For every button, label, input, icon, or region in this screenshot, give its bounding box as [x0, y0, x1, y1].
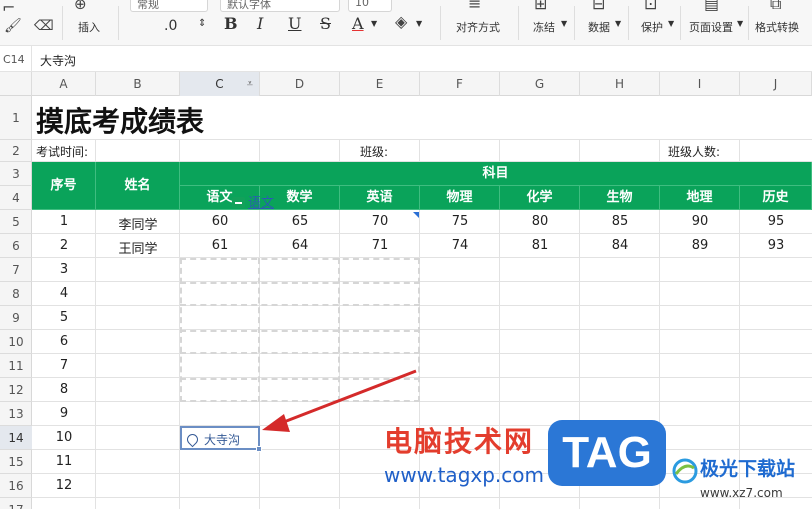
partner-name: 极光下载站	[700, 458, 796, 480]
watermark-site-name: 电脑技术网	[384, 425, 535, 458]
tag-logo: TAG	[548, 420, 666, 486]
arrow-shaft	[275, 369, 417, 427]
aurora-logo-icon	[672, 458, 698, 484]
partner-url: www.xz7.com	[700, 486, 783, 500]
watermark-site-url: www.tagxp.com	[384, 463, 544, 487]
arrow-head	[262, 414, 290, 432]
